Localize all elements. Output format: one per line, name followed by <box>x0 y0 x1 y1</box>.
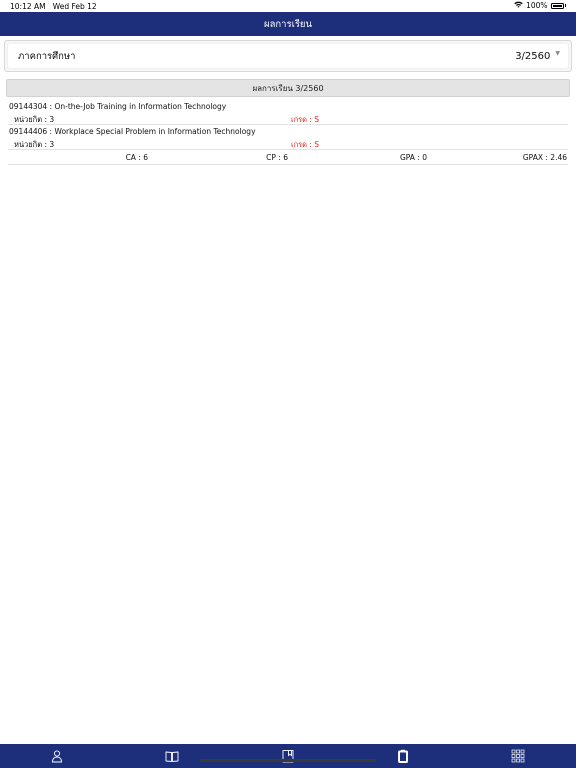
course-grade: เกรด : S <box>291 140 320 149</box>
grid-menu-icon <box>511 749 525 763</box>
battery-percent: 100% <box>526 1 548 10</box>
semester-value-wrap: 3/2560 ▼ <box>515 50 560 62</box>
tab-menu[interactable] <box>509 747 527 765</box>
list-item: 09144304 : On-the-Job Training in Inform… <box>8 100 568 125</box>
semester-selector[interactable]: ภาคการศึกษา 3/2560 ▼ <box>8 44 568 68</box>
nav-bar: ผลการเรียน <box>0 12 576 36</box>
battery-nub <box>564 4 566 7</box>
semester-label: ภาคการศึกษา <box>18 50 76 62</box>
status-bar: 10:12 AM Wed Feb 12 100% <box>0 0 576 12</box>
tab-courses[interactable] <box>163 747 181 765</box>
course-title: 09144406 : Workplace Special Problem in … <box>9 127 256 136</box>
summary-cp: CP : 6 <box>266 153 288 162</box>
clipboard-icon <box>398 749 408 763</box>
tab-schedule[interactable] <box>279 747 297 765</box>
course-credit: หน่วยกิต : 3 <box>14 140 55 149</box>
tab-profile[interactable] <box>48 747 66 765</box>
summary-ca: CA : 6 <box>125 153 148 162</box>
section-header: ผลการเรียน 3/2560 <box>6 79 570 97</box>
wifi-icon <box>514 1 523 10</box>
user-icon <box>52 750 62 763</box>
tab-grades[interactable] <box>394 747 412 765</box>
page-title: ผลการเรียน <box>264 18 312 30</box>
status-time: 10:12 AM Wed Feb 12 <box>10 2 97 11</box>
semester-value: 3/2560 <box>515 50 551 62</box>
summary-gpax: GPAX : 2.46 <box>522 153 567 162</box>
book-open-icon <box>165 751 179 762</box>
summary-gpa: GPA : 0 <box>399 153 427 162</box>
status-right: 100% <box>514 1 566 10</box>
battery-icon <box>550 2 564 9</box>
grade-summary: CA : 6 CP : 6 GPA : 0 GPAX : 2.46 <box>8 151 568 165</box>
chevron-down-icon: ▼ <box>555 50 560 57</box>
list-item: 09144406 : Workplace Special Problem in … <box>8 125 568 150</box>
tab-bar <box>0 744 576 768</box>
home-indicator[interactable] <box>200 759 376 762</box>
course-list: 09144304 : On-the-Job Training in Inform… <box>8 100 568 150</box>
semester-selector-container: ภาคการศึกษา 3/2560 ▼ <box>4 40 572 72</box>
course-title: 09144304 : On-the-Job Training in Inform… <box>9 102 227 111</box>
